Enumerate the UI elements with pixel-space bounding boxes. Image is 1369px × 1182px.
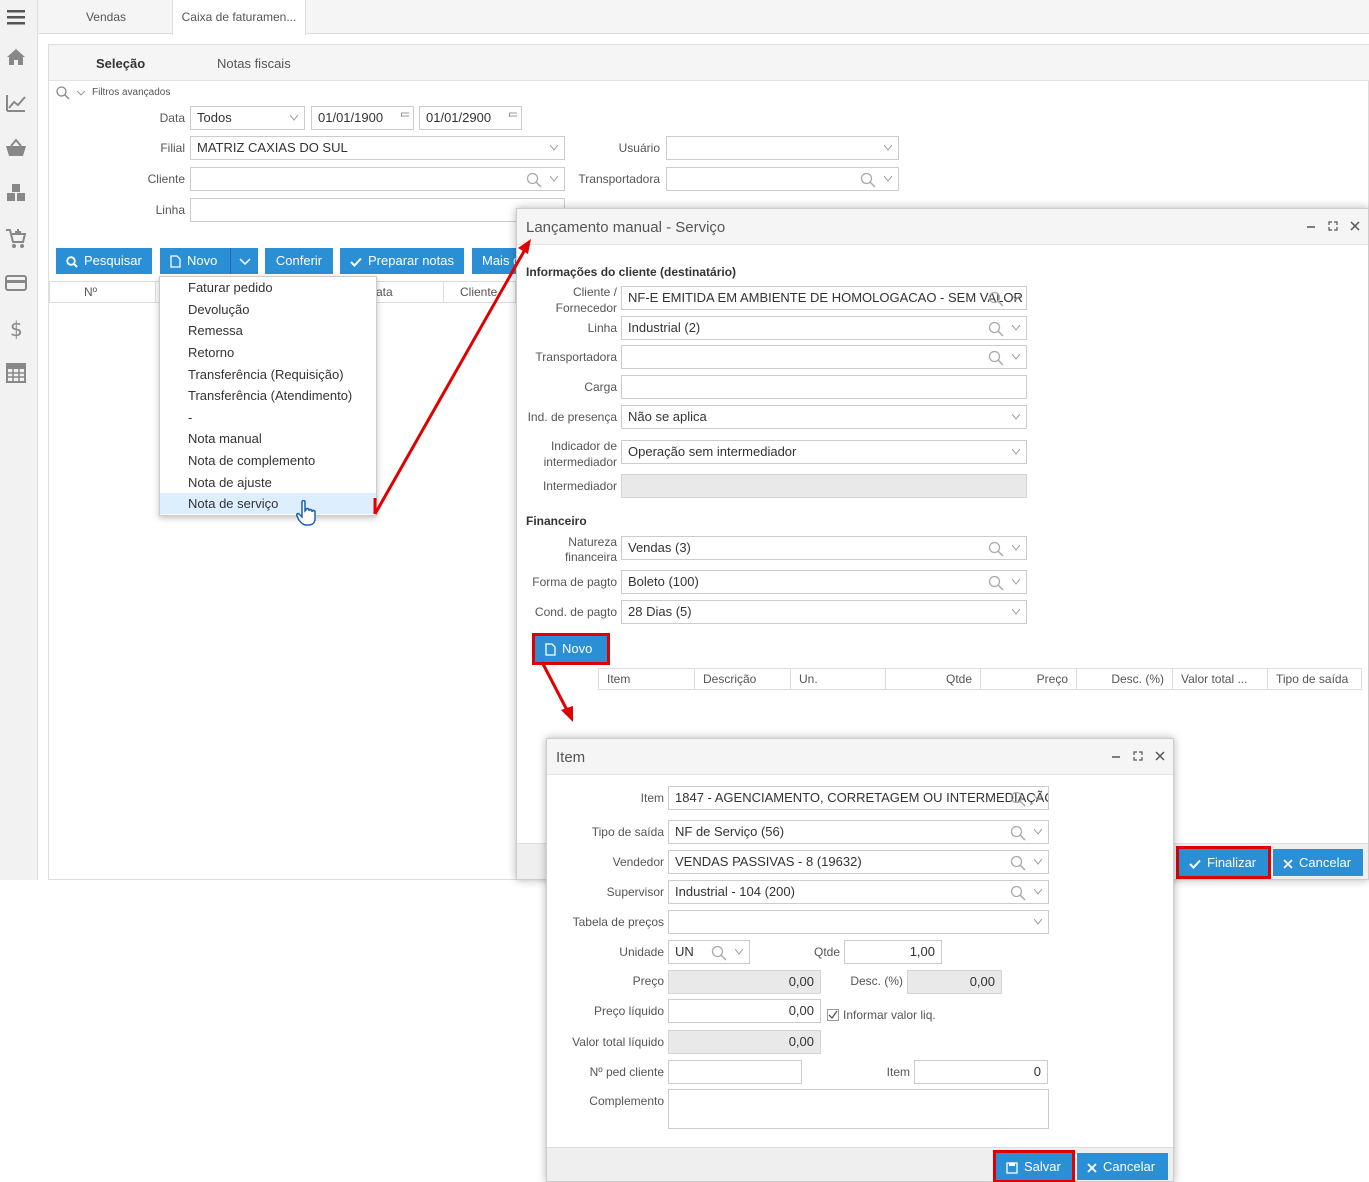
arrow-novo-to-item xyxy=(540,661,573,722)
annotation-arrows xyxy=(373,239,573,722)
arrow-menu-to-dialog xyxy=(373,239,531,515)
